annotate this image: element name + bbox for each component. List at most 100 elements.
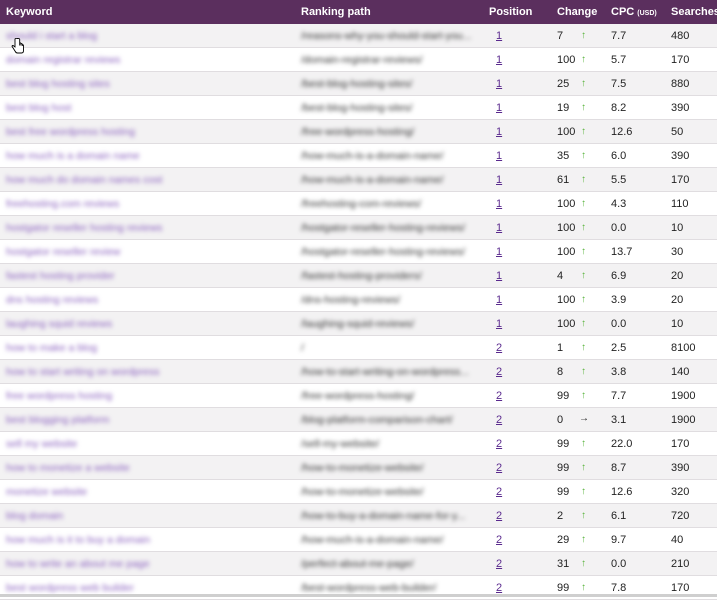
- keyword-link[interactable]: dns hosting reviews: [6, 294, 98, 306]
- position-link[interactable]: 1: [489, 102, 502, 114]
- position-cell[interactable]: 1: [483, 287, 551, 312]
- keyword-link[interactable]: how to make a blog: [6, 342, 97, 354]
- position-link[interactable]: 2: [489, 534, 502, 546]
- keyword-link[interactable]: how much is a domain name: [6, 150, 140, 162]
- position-link[interactable]: 1: [489, 30, 502, 42]
- keyword-cell[interactable]: should i start a blog: [0, 24, 295, 48]
- column-header-ranking-path[interactable]: Ranking path: [295, 0, 483, 24]
- position-link[interactable]: 2: [489, 342, 502, 354]
- keyword-cell[interactable]: blog domain: [0, 503, 295, 528]
- position-link[interactable]: 2: [489, 486, 502, 498]
- position-link[interactable]: 1: [489, 270, 502, 282]
- keyword-cell[interactable]: monetize website: [0, 479, 295, 504]
- position-link[interactable]: 2: [489, 366, 502, 378]
- keyword-cell[interactable]: how to monetize a website: [0, 455, 295, 480]
- keyword-cell[interactable]: how to make a blog: [0, 335, 295, 360]
- position-link[interactable]: 1: [489, 246, 502, 258]
- position-link[interactable]: 1: [489, 174, 502, 186]
- position-link[interactable]: 2: [489, 438, 502, 450]
- keyword-link[interactable]: laughing squid reviews: [6, 318, 112, 330]
- keyword-cell[interactable]: domain registrar reviews: [0, 47, 295, 72]
- keyword-cell[interactable]: how much is a domain name: [0, 143, 295, 168]
- keyword-cell[interactable]: best blog hosting sites: [0, 71, 295, 96]
- position-link[interactable]: 1: [489, 78, 502, 90]
- column-header-searches[interactable]: Searches: [665, 0, 717, 24]
- position-cell[interactable]: 2: [483, 551, 551, 576]
- keyword-link[interactable]: best blog host: [6, 102, 71, 114]
- position-cell[interactable]: 2: [483, 479, 551, 504]
- position-cell[interactable]: 1: [483, 215, 551, 240]
- keyword-link[interactable]: hostgator reseller review: [6, 246, 120, 258]
- position-cell[interactable]: 1: [483, 311, 551, 336]
- keyword-link[interactable]: sell my website: [6, 438, 77, 450]
- keyword-cell[interactable]: best blog host: [0, 95, 295, 120]
- position-link[interactable]: 2: [489, 414, 502, 426]
- position-cell[interactable]: 2: [483, 407, 551, 432]
- position-link[interactable]: 1: [489, 318, 502, 330]
- position-link[interactable]: 1: [489, 150, 502, 162]
- keyword-link[interactable]: hostgator reseller hosting reviews: [6, 222, 162, 234]
- keyword-link[interactable]: how to start writing on wordpress: [6, 366, 159, 378]
- position-cell[interactable]: 1: [483, 71, 551, 96]
- position-link[interactable]: 2: [489, 510, 502, 522]
- keyword-link[interactable]: freehosting.com reviews: [6, 198, 119, 210]
- keyword-cell[interactable]: how to write an about me page: [0, 551, 295, 576]
- keyword-cell[interactable]: hostgator reseller review: [0, 239, 295, 264]
- keyword-link[interactable]: monetize website: [6, 486, 87, 498]
- position-cell[interactable]: 1: [483, 24, 551, 48]
- up-arrow-icon: ↑: [581, 126, 586, 137]
- keyword-link[interactable]: how to monetize a website: [6, 462, 130, 474]
- keyword-link[interactable]: best free wordpress hosting: [6, 126, 135, 138]
- position-link[interactable]: 1: [489, 54, 502, 66]
- keyword-link[interactable]: best blog hosting sites: [6, 78, 110, 90]
- keyword-cell[interactable]: sell my website: [0, 431, 295, 456]
- keyword-cell[interactable]: hostgator reseller hosting reviews: [0, 215, 295, 240]
- position-link[interactable]: 1: [489, 222, 502, 234]
- position-cell[interactable]: 1: [483, 191, 551, 216]
- position-cell[interactable]: 1: [483, 263, 551, 288]
- position-cell[interactable]: 2: [483, 431, 551, 456]
- keyword-cell[interactable]: how much is it to buy a domain: [0, 527, 295, 552]
- column-header-keyword[interactable]: Keyword: [0, 0, 295, 24]
- keyword-link[interactable]: free wordpress hosting: [6, 390, 112, 402]
- keyword-cell[interactable]: free wordpress hosting: [0, 383, 295, 408]
- keyword-link[interactable]: domain registrar reviews: [6, 54, 120, 66]
- position-cell[interactable]: 1: [483, 119, 551, 144]
- position-link[interactable]: 2: [489, 558, 502, 570]
- position-cell[interactable]: 2: [483, 359, 551, 384]
- position-link[interactable]: 2: [489, 462, 502, 474]
- position-cell[interactable]: 2: [483, 527, 551, 552]
- position-cell[interactable]: 1: [483, 47, 551, 72]
- position-cell[interactable]: 2: [483, 503, 551, 528]
- column-header-position[interactable]: Position: [483, 0, 551, 24]
- position-cell[interactable]: 1: [483, 167, 551, 192]
- position-link[interactable]: 2: [489, 582, 502, 594]
- position-link[interactable]: 2: [489, 390, 502, 402]
- keyword-link[interactable]: blog domain: [6, 510, 63, 522]
- position-link[interactable]: 1: [489, 198, 502, 210]
- position-cell[interactable]: 1: [483, 239, 551, 264]
- position-cell[interactable]: 2: [483, 335, 551, 360]
- keyword-link[interactable]: best wordpress web builder: [6, 582, 134, 594]
- keyword-link[interactable]: how much is it to buy a domain: [6, 534, 150, 546]
- keyword-cell[interactable]: dns hosting reviews: [0, 287, 295, 312]
- keyword-cell[interactable]: how much do domain names cost: [0, 167, 295, 192]
- keyword-cell[interactable]: fastest hosting provider: [0, 263, 295, 288]
- keyword-cell[interactable]: best blogging platform: [0, 407, 295, 432]
- keyword-link[interactable]: best blogging platform: [6, 414, 109, 426]
- keyword-cell[interactable]: how to start writing on wordpress: [0, 359, 295, 384]
- position-link[interactable]: 1: [489, 126, 502, 138]
- keyword-link[interactable]: how much do domain names cost: [6, 174, 162, 186]
- position-cell[interactable]: 1: [483, 95, 551, 120]
- column-header-change[interactable]: Change: [551, 0, 605, 24]
- position-cell[interactable]: 1: [483, 143, 551, 168]
- position-cell[interactable]: 2: [483, 455, 551, 480]
- position-cell[interactable]: 2: [483, 383, 551, 408]
- keyword-link[interactable]: fastest hosting provider: [6, 270, 115, 282]
- keyword-cell[interactable]: freehosting.com reviews: [0, 191, 295, 216]
- keyword-link[interactable]: how to write an about me page: [6, 558, 150, 570]
- keyword-cell[interactable]: best free wordpress hosting: [0, 119, 295, 144]
- position-link[interactable]: 1: [489, 294, 502, 306]
- keyword-cell[interactable]: laughing squid reviews: [0, 311, 295, 336]
- column-header-cpc[interactable]: CPC (USD): [605, 0, 665, 24]
